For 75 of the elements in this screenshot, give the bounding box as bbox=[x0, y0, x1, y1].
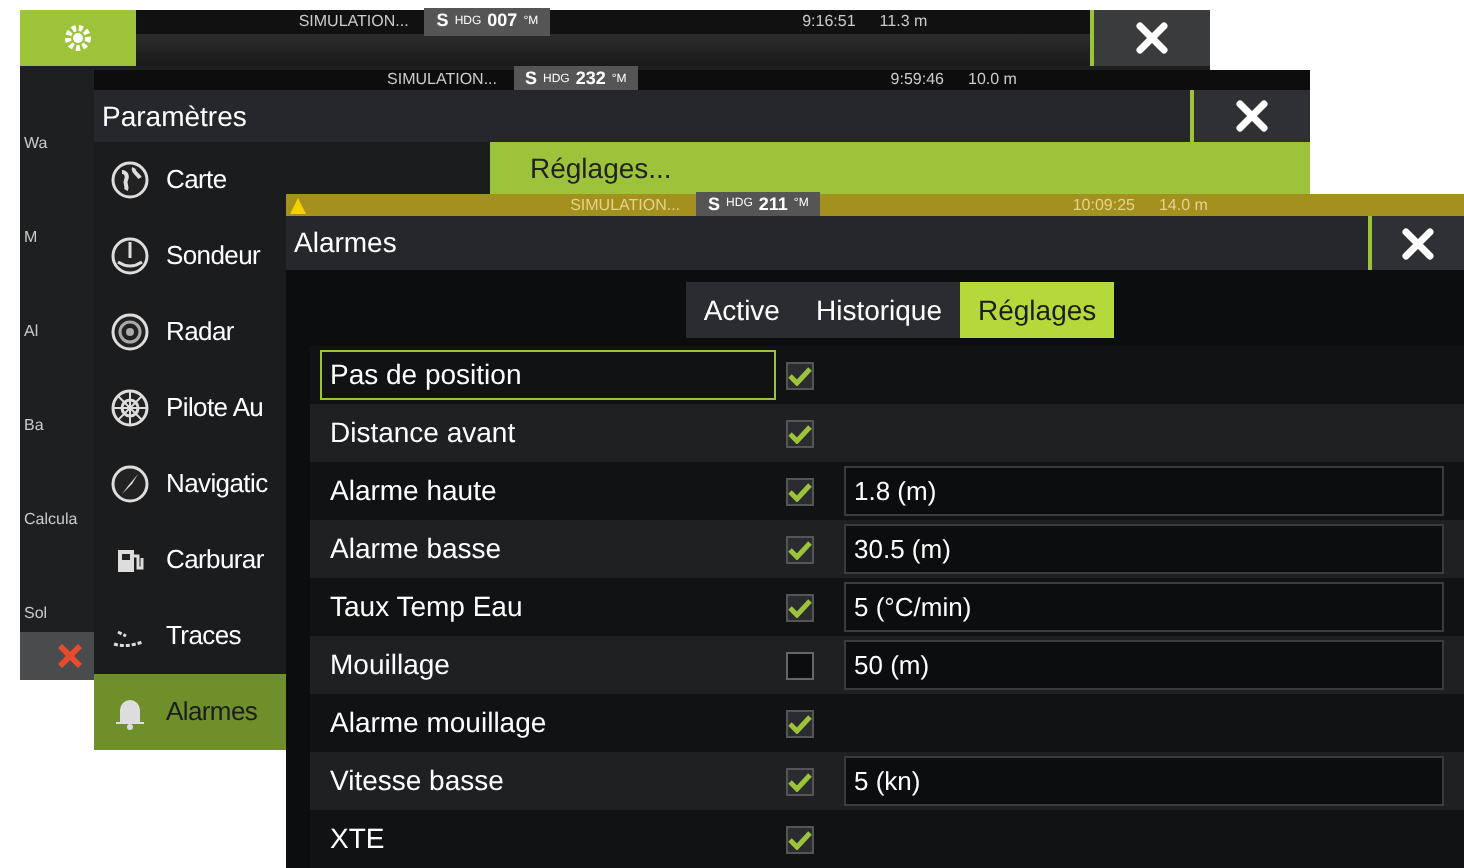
depth-label: 14.0 m bbox=[1158, 193, 1208, 217]
setting-label[interactable]: Mouillage bbox=[320, 640, 776, 690]
value-field[interactable]: 50 (m) bbox=[844, 640, 1444, 690]
heading-value: 007 bbox=[487, 8, 518, 35]
check-icon bbox=[788, 829, 812, 849]
depth-label: 11.3 m bbox=[879, 10, 928, 34]
settings-icon bbox=[62, 22, 94, 54]
check-icon bbox=[788, 481, 812, 501]
close-button[interactable] bbox=[1090, 10, 1210, 66]
value-field[interactable]: 5 (kn) bbox=[844, 756, 1444, 806]
checkbox[interactable] bbox=[786, 535, 814, 563]
menu-item-label: Sondeur bbox=[166, 238, 261, 275]
close-icon bbox=[1134, 20, 1170, 56]
value-field[interactable]: 5 (°C/min) bbox=[844, 582, 1444, 632]
checkbox[interactable] bbox=[786, 825, 814, 853]
menu-item[interactable]: Sol bbox=[24, 602, 48, 626]
menu-item[interactable]: Ba bbox=[24, 414, 44, 438]
menu-item-label: Navigatic bbox=[166, 466, 268, 503]
compass-icon bbox=[110, 464, 150, 504]
setting-label[interactable]: Vitesse basse bbox=[320, 756, 776, 806]
time-label: 9:16:51 bbox=[802, 10, 856, 34]
checkbox[interactable] bbox=[786, 419, 814, 447]
speed-label: S bbox=[436, 8, 449, 35]
heading-value: 211 bbox=[758, 191, 788, 218]
menu-item-label: Carburar bbox=[166, 542, 264, 579]
menu-item[interactable]: Al bbox=[24, 320, 39, 344]
menu-item-label: Radar bbox=[166, 314, 234, 351]
mode-label: SIMULATION... bbox=[570, 193, 681, 217]
check-icon bbox=[788, 539, 812, 559]
setting-label[interactable]: Pas de position bbox=[320, 350, 776, 400]
setting-label[interactable]: Taux Temp Eau bbox=[320, 582, 776, 632]
checkbox[interactable] bbox=[786, 477, 814, 505]
menu-item-label: Carte bbox=[166, 162, 227, 199]
depth-label: 10.0 m bbox=[968, 68, 1017, 92]
setting-label[interactable]: Alarme basse bbox=[320, 524, 776, 574]
close-icon bbox=[1234, 98, 1270, 134]
setting-label[interactable]: Alarme haute bbox=[320, 466, 776, 516]
checkbox[interactable] bbox=[786, 361, 814, 389]
close-icon bbox=[1400, 225, 1436, 261]
time-label: 9:59:46 bbox=[890, 68, 944, 92]
check-icon bbox=[788, 713, 812, 733]
menu-item[interactable]: Wa bbox=[24, 132, 48, 156]
menu-item[interactable]: Alarmes bbox=[94, 674, 286, 750]
checkbox[interactable] bbox=[786, 593, 814, 621]
menu-item[interactable]: M bbox=[24, 226, 38, 250]
tab[interactable]: Réglages bbox=[960, 282, 1115, 338]
helm-wheel-icon bbox=[110, 388, 150, 428]
close-button[interactable] bbox=[1368, 216, 1464, 270]
time-label: 10:09:25 bbox=[1072, 193, 1135, 217]
value-field[interactable]: 1.8 (m) bbox=[844, 466, 1444, 516]
mode-label: SIMULATION... bbox=[387, 68, 497, 92]
window-title: Paramètres bbox=[100, 97, 247, 135]
checkbox[interactable] bbox=[786, 651, 814, 679]
menu-item-label: Traces bbox=[166, 618, 241, 655]
tab[interactable]: Active bbox=[685, 282, 798, 338]
sonar-dial-icon bbox=[110, 236, 150, 276]
speed-label: S bbox=[708, 191, 721, 218]
menu-item-label: Pilote Au bbox=[166, 390, 264, 427]
window-title: Alarmes bbox=[292, 224, 397, 262]
checkbox[interactable] bbox=[786, 709, 814, 737]
heading-value: 232 bbox=[575, 66, 606, 93]
menu-item[interactable]: Calcula bbox=[24, 508, 78, 532]
mode-label: SIMULATION... bbox=[298, 10, 409, 34]
checkbox[interactable] bbox=[786, 767, 814, 795]
radar-icon bbox=[110, 312, 150, 352]
menu-item-label: Alarmes bbox=[166, 694, 258, 731]
check-icon bbox=[788, 597, 812, 617]
check-icon bbox=[788, 771, 812, 791]
panel-header: Réglages... bbox=[490, 142, 1310, 196]
value-field[interactable]: 30.5 (m) bbox=[844, 524, 1444, 574]
speed-label: S bbox=[525, 66, 538, 93]
check-icon bbox=[788, 423, 812, 443]
tab[interactable]: Historique bbox=[797, 282, 960, 338]
check-icon bbox=[788, 365, 812, 385]
close-button[interactable] bbox=[1190, 90, 1310, 142]
